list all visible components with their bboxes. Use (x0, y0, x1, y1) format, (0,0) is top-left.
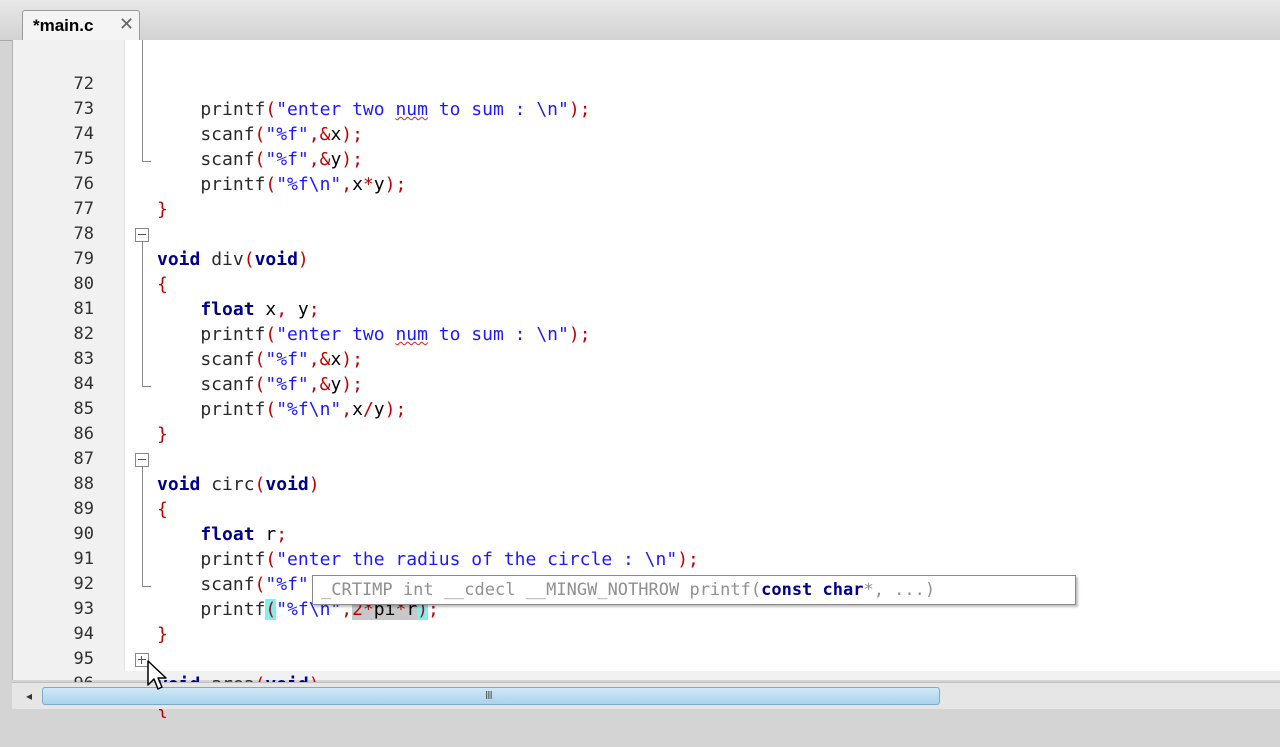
file-tab-title: *main.c (33, 16, 94, 35)
code-line: 74 scanf("%f",&y); (0, 97, 1280, 170)
code-line: 73 scanf("%f",&x); (0, 72, 1280, 145)
mouse-pointer-icon (147, 660, 167, 690)
editor-tab-bar: *main.c ✕ (0, 0, 1280, 41)
code-line: 96 { (0, 647, 1280, 720)
close-tab-icon[interactable]: ✕ (119, 14, 134, 35)
code-line: 75 printf("%f\n",x*y); (0, 122, 1280, 195)
code-line: 77 (0, 172, 1280, 219)
code-line: 76 } (0, 147, 1280, 220)
code-line: 81 printf("enter two num to sum : \n"); (0, 272, 1280, 345)
code-line: 89 float r; (0, 472, 1280, 545)
code-line: 86 (0, 397, 1280, 444)
code-line: 79 { (0, 222, 1280, 295)
code-line: 83 scanf("%f",&y); (0, 322, 1280, 395)
horizontal-scrollbar[interactable]: ◂ III (12, 682, 1280, 709)
tooltip-signature-keyword: const char (761, 580, 864, 600)
code-line: 82 scanf("%f",&x); (0, 297, 1280, 370)
tooltip-signature-prefix: _CRTIMP int __cdecl __MINGW_NOTHROW prin… (321, 580, 762, 600)
tooltip-signature-suffix: *, ...) (863, 580, 936, 600)
code-line: 84 printf("%f\n",x/y); (0, 347, 1280, 420)
code-line: 95 void area(void) (0, 622, 1280, 695)
scrollbar-thumb[interactable]: III (42, 687, 940, 705)
code-line: 85 } (0, 372, 1280, 445)
code-line-current: 92 printf("%f\n",2*pi*r); (0, 547, 1280, 620)
code-line: 78 void div(void) (0, 197, 1280, 270)
file-tab-main-c[interactable]: *main.c ✕ (22, 10, 140, 40)
code-line: 91 scanf("%f",&r); (0, 522, 1280, 595)
code-line: 90 printf("enter the radius of the circl… (0, 497, 1280, 570)
code-line: 87 void circ(void) (0, 422, 1280, 495)
scroll-left-arrow-icon[interactable]: ◂ (26, 689, 32, 703)
code-line: 72 printf("enter two num to sum : \n"); (0, 47, 1280, 120)
code-line: 88 { (0, 447, 1280, 520)
code-line: 80 float x, y; (0, 247, 1280, 320)
scrollbar-grip-icon: III (485, 689, 493, 702)
signature-tooltip: _CRTIMP int __cdecl __MINGW_NOTHROW prin… (312, 575, 1076, 605)
